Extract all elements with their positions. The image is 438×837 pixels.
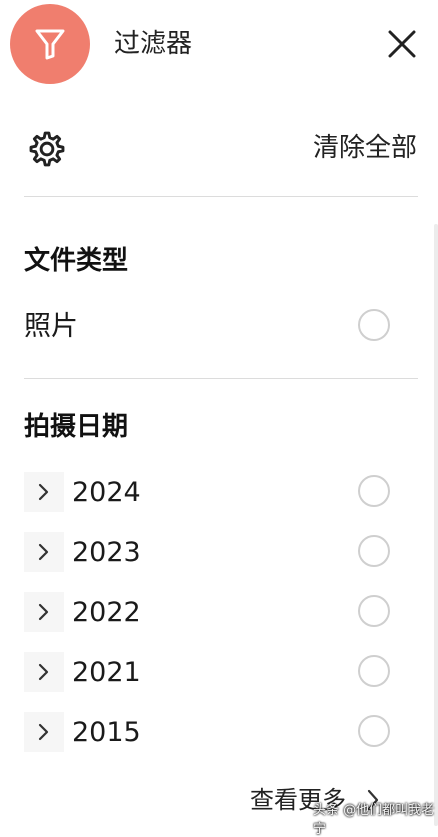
date-row-label: 2024 bbox=[72, 477, 141, 508]
expand-button[interactable] bbox=[24, 652, 64, 692]
date-row-2022[interactable]: 2022 bbox=[24, 588, 418, 638]
date-row-label: 2021 bbox=[72, 657, 141, 688]
filter-icon bbox=[35, 29, 65, 60]
radio-button[interactable] bbox=[358, 309, 390, 341]
filter-row-label: 照片 bbox=[24, 311, 78, 342]
chevron-right-icon bbox=[38, 663, 49, 681]
date-row-2024[interactable]: 2024 bbox=[24, 468, 418, 518]
watermark-text: 头条 @他们都叫我老宁 bbox=[313, 803, 435, 837]
chevron-right-icon bbox=[38, 543, 49, 561]
radio-button[interactable] bbox=[358, 655, 390, 687]
radio-button[interactable] bbox=[358, 475, 390, 507]
expand-button[interactable] bbox=[24, 712, 64, 752]
clear-all-button[interactable]: 清除全部 bbox=[313, 131, 417, 165]
date-row-2021[interactable]: 2021 bbox=[24, 648, 418, 698]
expand-button[interactable] bbox=[24, 472, 64, 512]
panel-title: 过滤器 bbox=[114, 29, 193, 59]
divider bbox=[24, 196, 418, 197]
radio-button[interactable] bbox=[358, 715, 390, 747]
date-row-label: 2022 bbox=[72, 597, 141, 628]
expand-button[interactable] bbox=[24, 592, 64, 632]
expand-button[interactable] bbox=[24, 532, 64, 572]
date-row-2023[interactable]: 2023 bbox=[24, 528, 418, 578]
date-row-label: 2015 bbox=[72, 717, 141, 748]
section-title-file-type: 文件类型 bbox=[24, 246, 129, 276]
filter-badge bbox=[10, 4, 90, 84]
section-title-capture-date: 拍摄日期 bbox=[24, 412, 129, 442]
chevron-right-icon bbox=[38, 603, 49, 621]
divider bbox=[24, 378, 418, 379]
close-icon bbox=[388, 30, 416, 58]
date-row-2015[interactable]: 2015 bbox=[24, 708, 418, 758]
scrollbar-track[interactable] bbox=[434, 224, 438, 826]
radio-button[interactable] bbox=[358, 595, 390, 627]
filter-panel-header: 过滤器 bbox=[0, 0, 438, 90]
filter-row-photo[interactable]: 照片 bbox=[24, 302, 418, 352]
gear-icon bbox=[29, 131, 65, 167]
settings-button[interactable] bbox=[24, 126, 70, 172]
chevron-right-icon bbox=[38, 723, 49, 741]
radio-button[interactable] bbox=[358, 535, 390, 567]
chevron-right-icon bbox=[38, 483, 49, 501]
close-button[interactable] bbox=[382, 24, 422, 64]
date-row-label: 2023 bbox=[72, 537, 141, 568]
